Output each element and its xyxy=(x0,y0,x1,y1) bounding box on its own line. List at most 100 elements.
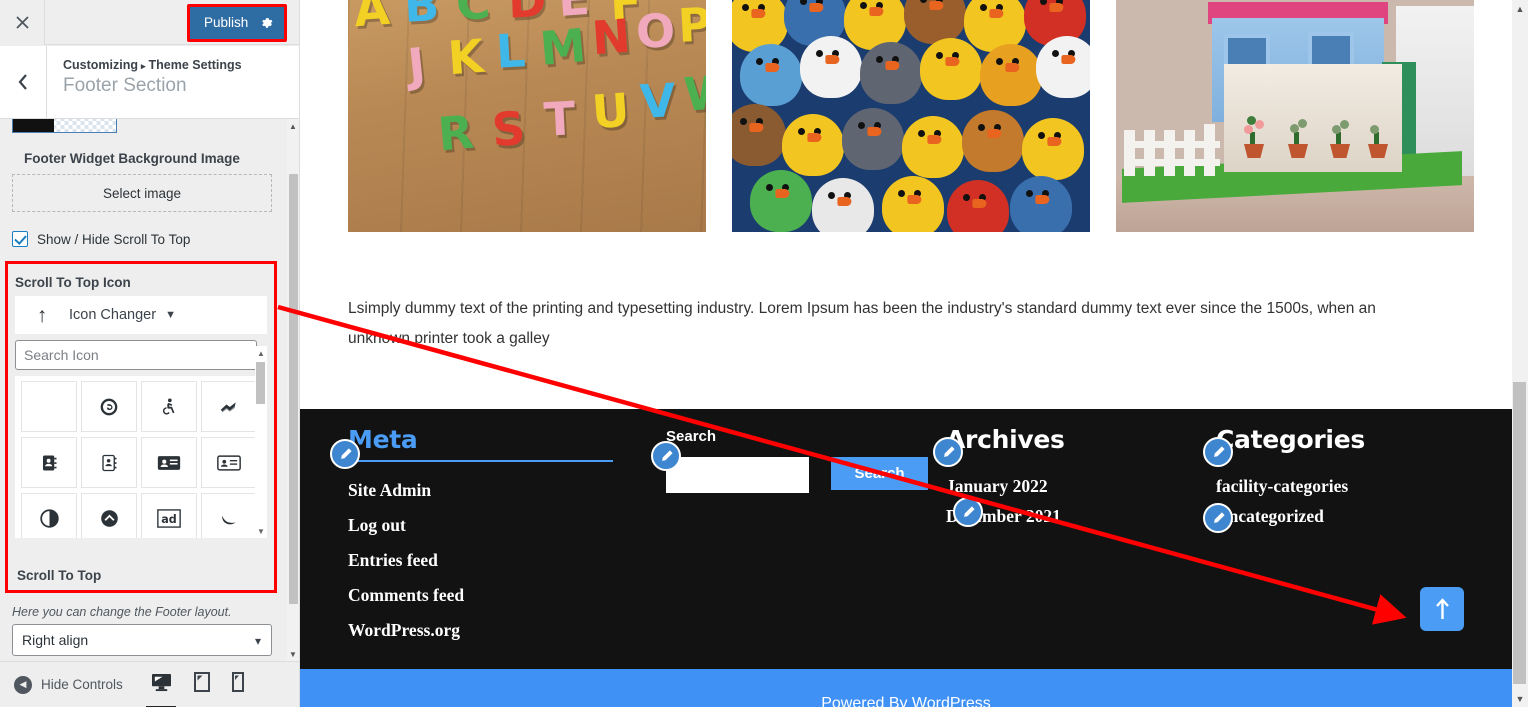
meta-links-list: Site Admin Log out Entries feed Comments… xyxy=(348,480,648,641)
icon-cell-adjust[interactable] xyxy=(21,493,77,538)
site-preview: A B C D E F J K L M N O P R S T U V W xyxy=(300,0,1512,707)
icon-cell-adn[interactable] xyxy=(201,493,257,538)
icon-grid[interactable]: ad xyxy=(15,376,258,538)
icon-cell-accusoft[interactable] xyxy=(201,381,257,432)
preview-scroll-thumb[interactable] xyxy=(1513,382,1526,684)
hide-controls-button[interactable]: ◀ Hide Controls xyxy=(14,675,123,694)
archives-list: January 2022 December 2021 xyxy=(946,476,1216,527)
ad-icon: ad xyxy=(157,509,181,528)
mobile-icon[interactable] xyxy=(231,672,244,697)
pencil-icon xyxy=(661,449,673,461)
device-preview-switcher xyxy=(151,672,244,697)
search-button[interactable]: Search xyxy=(831,457,928,490)
footer-layout-value: Right align xyxy=(22,632,89,648)
bg-image-label: Footer Widget Background Image xyxy=(24,151,240,166)
preview-scrollbar[interactable]: ▲ ▼ xyxy=(1512,0,1528,707)
list-item[interactable]: Uncategorized xyxy=(1216,506,1496,527)
list-item[interactable]: Entries feed xyxy=(348,550,648,571)
close-customizer-button[interactable] xyxy=(0,0,45,45)
edit-meta-widget-button[interactable] xyxy=(330,439,360,469)
breadcrumb-separator: ▸ xyxy=(141,61,146,71)
chevron-down-icon: ▼ xyxy=(165,309,176,321)
icon-changer-label: Icon Changer xyxy=(69,307,157,323)
icon-cell-blank[interactable] xyxy=(21,381,77,432)
icon-cell-address-book-regular[interactable] xyxy=(81,437,137,488)
page-title: Footer Section xyxy=(63,75,187,96)
archives-widget-title: Archives xyxy=(946,425,1065,454)
list-item[interactable]: Comments feed xyxy=(348,585,648,606)
edit-categories-widget-button[interactable] xyxy=(1203,437,1233,467)
footer-widget-archives: Archives January 2022 December 2021 xyxy=(933,425,1216,655)
show-hide-checkbox[interactable] xyxy=(12,231,28,247)
icon-cell-chevron-circle-up[interactable] xyxy=(81,493,137,538)
panel-title-group: Customizing ▸ Theme Settings Footer Sectio… xyxy=(47,46,242,118)
icon-changer-dropdown[interactable]: ↑ Icon Changer ▼ xyxy=(15,296,267,334)
icon-list-scroll-thumb[interactable] xyxy=(256,362,265,404)
breadcrumb: Customizing ▸ Theme Settings xyxy=(63,58,242,72)
breadcrumb-parent[interactable]: Theme Settings xyxy=(149,58,242,72)
address-card-solid-icon xyxy=(157,455,181,470)
footer-widget-columns: Meta Site Admin Log out Entries feed Com… xyxy=(300,409,1512,655)
alphabet-letters-photo: A B C D E F J K L M N O P R S T U V W xyxy=(348,0,706,232)
icon-cell-address-card-regular[interactable] xyxy=(201,437,257,488)
icon-cell-address-book-solid[interactable] xyxy=(21,437,77,488)
publish-annotation-box: Publish xyxy=(187,4,287,42)
500px-icon xyxy=(100,398,118,415)
back-button[interactable] xyxy=(0,46,47,118)
list-item[interactable]: December 2021 xyxy=(946,506,1216,527)
meta-title-underline xyxy=(348,460,613,462)
lego-house-photo xyxy=(1116,0,1474,232)
edit-archives-widget-button[interactable] xyxy=(933,437,963,467)
icon-cell-address-card-solid[interactable] xyxy=(141,437,197,488)
chevron-left-icon xyxy=(18,74,27,90)
icon-list-scrollbar[interactable]: ▲ ▼ xyxy=(255,346,267,538)
pencil-icon xyxy=(1213,511,1225,523)
list-item[interactable]: January 2022 xyxy=(946,476,1216,497)
address-card-regular-icon xyxy=(217,454,241,471)
pencil-icon xyxy=(1213,445,1225,457)
list-item[interactable]: WordPress.org xyxy=(348,620,648,641)
scroll-to-top-button[interactable] xyxy=(1420,587,1464,631)
select-image-button[interactable]: Select image xyxy=(12,174,272,212)
sidebar-scroll-thumb[interactable] xyxy=(289,174,298,604)
tablet-icon[interactable] xyxy=(193,672,210,697)
edit-search-button-button[interactable] xyxy=(953,497,983,527)
layout-description: Here you can change the Footer layout. xyxy=(12,605,232,619)
search-form: Search xyxy=(666,457,936,493)
powered-by-text[interactable]: Powered By WordPress xyxy=(821,695,991,707)
customizer-sidebar: Publish Customizing ▸ Theme Settings Foote… xyxy=(0,0,300,707)
list-item[interactable]: facility-categories xyxy=(1216,476,1496,497)
gear-icon[interactable] xyxy=(260,16,274,30)
scroll-up-arrow-icon[interactable]: ▲ xyxy=(287,119,299,133)
rubber-ducks-photo xyxy=(732,0,1090,232)
icon-cell-ad[interactable]: ad xyxy=(141,493,197,538)
scroll-up-arrow-icon[interactable]: ▲ xyxy=(1512,0,1528,17)
breadcrumb-root[interactable]: Customizing xyxy=(63,58,138,72)
address-book-regular-icon xyxy=(102,454,117,471)
search-icon-input[interactable] xyxy=(15,340,257,370)
show-hide-scroll-row[interactable]: Show / Hide Scroll To Top xyxy=(12,231,190,247)
categories-list: facility-categories Uncategorized xyxy=(1216,476,1496,527)
color-picker-preview[interactable] xyxy=(12,119,117,133)
icon-cell-accessible[interactable] xyxy=(141,381,197,432)
scroll-down-arrow-icon[interactable]: ▼ xyxy=(287,647,299,661)
panel-header: Customizing ▸ Theme Settings Footer Sectio… xyxy=(0,46,299,119)
search-input[interactable] xyxy=(666,457,809,493)
sidebar-scrollbar[interactable]: ▲ ▼ xyxy=(287,119,299,661)
icon-cell-500px[interactable] xyxy=(81,381,137,432)
arrow-up-icon xyxy=(1435,598,1449,619)
edit-search-widget-button[interactable] xyxy=(651,441,681,471)
preview-body-text: Lsimply dummy text of the printing and t… xyxy=(348,300,1376,347)
edit-categories-list-button[interactable] xyxy=(1203,503,1233,533)
desktop-icon[interactable] xyxy=(151,673,172,697)
scroll-down-arrow-icon[interactable]: ▼ xyxy=(255,524,267,538)
accusoft-icon xyxy=(220,401,236,412)
list-item[interactable]: Site Admin xyxy=(348,480,648,501)
scroll-to-top-icon-annotation-box: Scroll To Top Icon ↑ Icon Changer ▼ Sear… xyxy=(5,261,277,593)
accessible-icon xyxy=(162,398,175,415)
footer-layout-select[interactable]: Right align ▾ xyxy=(12,624,272,656)
list-item[interactable]: Log out xyxy=(348,515,648,536)
scroll-up-arrow-icon[interactable]: ▲ xyxy=(255,346,267,360)
scroll-down-arrow-icon[interactable]: ▼ xyxy=(1512,690,1528,707)
close-icon xyxy=(15,16,29,29)
